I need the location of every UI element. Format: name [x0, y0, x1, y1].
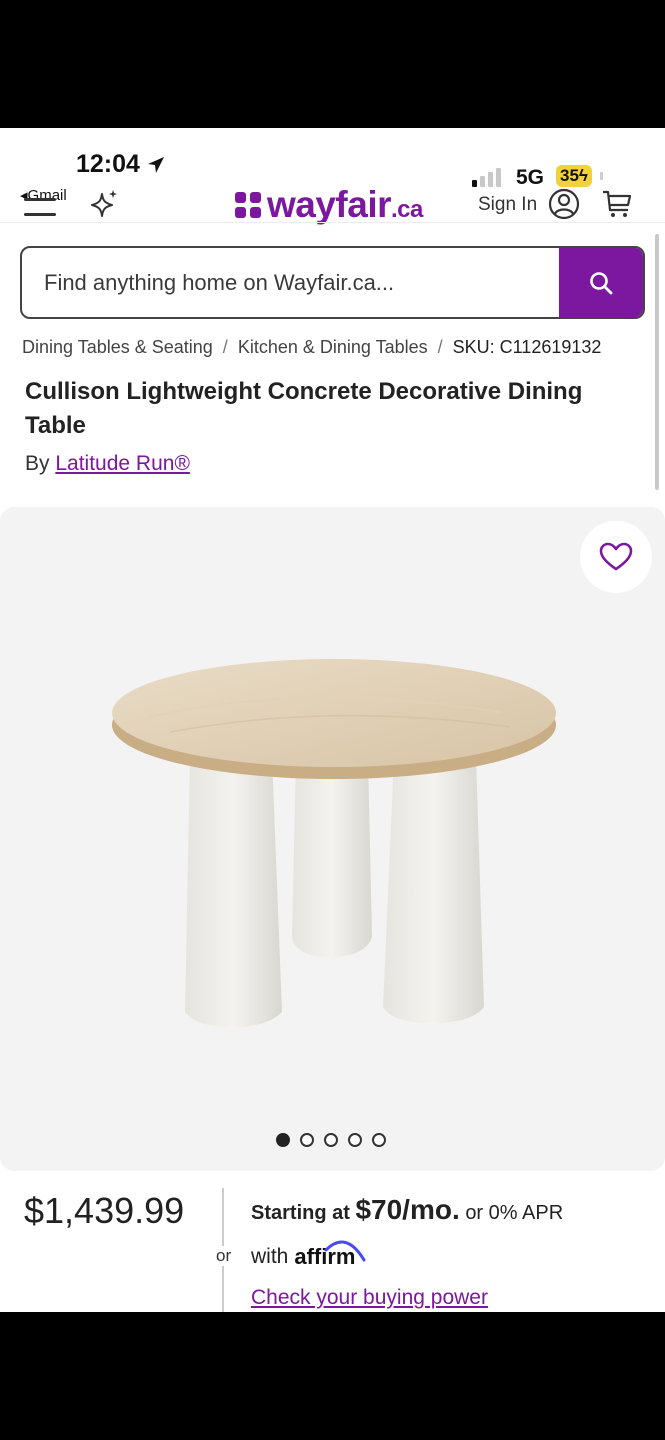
- financing-offer: Starting at $70/mo. or 0% APR: [251, 1194, 563, 1226]
- favorite-button[interactable]: [580, 521, 652, 593]
- carousel-dot[interactable]: [372, 1133, 386, 1147]
- battery-level: 35: [560, 166, 579, 185]
- affirm-arc-icon: [324, 1240, 366, 1262]
- logo-suffix: .ca: [391, 196, 423, 223]
- battery-indicator: 35ϟ: [556, 165, 592, 187]
- logo-main: wayfair: [267, 184, 392, 225]
- sparkle-icon[interactable]: [88, 188, 120, 220]
- battery-tip: [600, 172, 603, 180]
- header-divider: [0, 222, 665, 223]
- carousel-pagination: [276, 1133, 386, 1147]
- financing-provider: with affirm: [251, 1240, 366, 1270]
- monthly-price: $70/mo.: [355, 1194, 460, 1225]
- search-bar: [20, 246, 645, 319]
- heart-icon: [599, 542, 633, 571]
- product-price: $1,439.99: [24, 1190, 185, 1231]
- signal-strength-icon: [472, 168, 501, 187]
- user-account-icon[interactable]: [548, 188, 580, 220]
- wayfair-pinwheel-icon: [235, 192, 261, 218]
- by-label: By: [25, 452, 50, 475]
- shopping-cart-icon[interactable]: [601, 188, 633, 220]
- apr-text: or 0% APR: [465, 1202, 564, 1224]
- carousel-dot[interactable]: [300, 1133, 314, 1147]
- breadcrumb-separator: /: [437, 337, 443, 357]
- search-icon: [590, 271, 613, 294]
- breadcrumb: Dining Tables & Seating / Kitchen & Dini…: [22, 337, 601, 358]
- carousel-dot[interactable]: [324, 1133, 338, 1147]
- or-label: or: [214, 1246, 234, 1266]
- check-buying-power-link[interactable]: Check your buying power: [251, 1286, 488, 1310]
- carousel-dot[interactable]: [348, 1133, 362, 1147]
- location-arrow-icon: [147, 156, 164, 173]
- breadcrumb-item-kitchen-dining-tables[interactable]: Kitchen & Dining Tables: [238, 337, 428, 358]
- product-title: Cullison Lightweight Concrete Decorative…: [25, 378, 583, 439]
- wayfair-logo[interactable]: wayfair.ca: [233, 184, 423, 226]
- logo-text: wayfair.ca: [267, 184, 423, 226]
- phone-screen: 12:04 ◂Gmail 5G 35ϟ wayfair.ca Sign In F…: [0, 128, 665, 1312]
- page-scrollbar[interactable]: [655, 234, 659, 490]
- with-label: with: [251, 1245, 289, 1268]
- network-type: 5G: [516, 166, 545, 189]
- search-input[interactable]: [22, 248, 560, 317]
- bottom-black-bar: [0, 1312, 665, 1440]
- brand-link[interactable]: Latitude Run®: [55, 452, 190, 475]
- hamburger-menu-icon[interactable]: [24, 198, 56, 216]
- starting-at-label: Starting at: [251, 1202, 350, 1224]
- status-time: 12:04: [76, 150, 166, 179]
- breadcrumb-item-dining-tables-seating[interactable]: Dining Tables & Seating: [22, 337, 213, 358]
- status-time-text: 12:04: [76, 150, 140, 178]
- top-black-bar: [0, 0, 665, 128]
- breadcrumb-separator: /: [222, 337, 228, 357]
- affirm-logo: affirm: [294, 1240, 366, 1270]
- charging-bolt-icon: ϟ: [578, 166, 588, 185]
- carousel-dot[interactable]: [276, 1133, 290, 1147]
- sign-in-link[interactable]: Sign In: [478, 194, 537, 216]
- product-image: [112, 659, 556, 1027]
- search-button[interactable]: [559, 248, 643, 317]
- product-sku: SKU: C112619132: [452, 337, 602, 357]
- product-image-carousel[interactable]: [0, 507, 665, 1171]
- product-brand-line: By Latitude Run®: [25, 452, 190, 476]
